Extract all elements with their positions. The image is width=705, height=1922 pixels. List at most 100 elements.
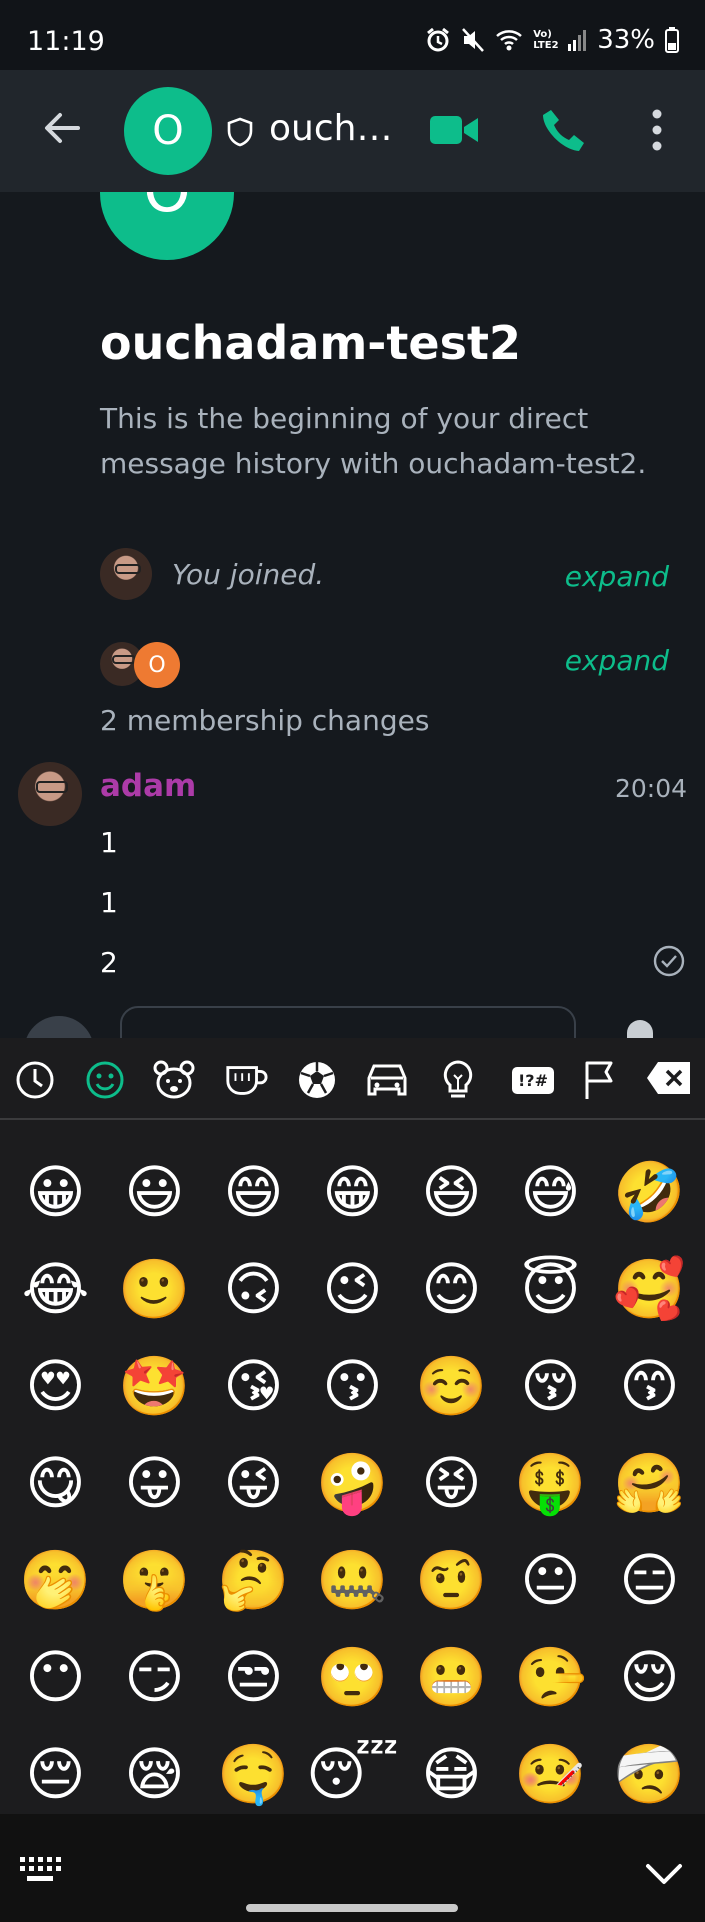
emoji-key[interactable]: 😗 [303, 1338, 402, 1435]
smileys-icon[interactable] [83, 1058, 127, 1102]
emoji-key[interactable]: 🤫 [105, 1532, 204, 1629]
emoji-key[interactable]: 😘 [204, 1338, 303, 1435]
emoji-key[interactable]: 😔 [6, 1726, 105, 1823]
expand-link[interactable]: expand [565, 644, 669, 677]
emoji-key[interactable]: 😒 [204, 1629, 303, 1726]
emoji-key[interactable]: 🤕 [600, 1726, 699, 1823]
emoji-key[interactable]: 😆 [402, 1144, 501, 1241]
emoji-key[interactable]: 😋 [6, 1435, 105, 1532]
emoji-key[interactable]: 😇 [501, 1241, 600, 1338]
emoji-row: 🤭 🤫 🤔 🤐 🤨 😐 😑 [0, 1532, 705, 1629]
emoji-key[interactable]: 😏 [105, 1629, 204, 1726]
emoji-key[interactable]: 😶 [6, 1629, 105, 1726]
alarm-icon [427, 27, 450, 52]
room-header: O ouch… [0, 70, 705, 192]
emoji-row: 😋 😛 😜 🤪 😝 🤑 🤗 [0, 1435, 705, 1532]
emoji-key[interactable]: 🤪 [303, 1435, 402, 1532]
emoji-category-bar: !?# [0, 1038, 705, 1120]
chevron-down-icon[interactable] [644, 1860, 684, 1888]
emoji-key[interactable]: 😅 [501, 1144, 600, 1241]
keyboard-bottom-bar [0, 1814, 705, 1922]
emoji-key[interactable]: 😑 [600, 1532, 699, 1629]
emoji-grid: 😀 😃 😄 😁 😆 😅 🤣 😂 🙂 🙃 😉 😊 😇 🥰 😍 🤩 😘 😗 ☺️ 😚 😙 😋 😛 😜 🤪 😝 🤑 🤗 🤭 🤫 🤔 🤐 🤨 😐 😑 😶 😏 😒 🙄… [0, 1144, 705, 1823]
emoji-key[interactable]: 😬 [402, 1629, 501, 1726]
emoji-key[interactable]: 🤨 [402, 1532, 501, 1629]
activity-icon[interactable] [295, 1058, 339, 1102]
emoji-keyboard: !?# 😀 😃 😄 😁 😆 😅 🤣 😂 🙂 🙃 😉 😊 😇 🥰 😍 🤩 😘 😗 ☺️ 😚 😙 😋 😛 😜 🤪 😝 🤑 🤗 🤭 🤫 🤔 🤐 🤨 😐 😑… [0, 1038, 705, 1922]
signal-icon [568, 30, 587, 51]
message-body[interactable]: 1 [100, 826, 118, 859]
battery-level: 33% [597, 25, 655, 55]
emoji-key[interactable]: 🤑 [501, 1435, 600, 1532]
membership-summary-text: 2 membership changes [100, 704, 430, 737]
room-intro-text: This is the beginning of your direct mes… [100, 402, 647, 480]
travel-icon[interactable] [365, 1058, 409, 1102]
emoji-key[interactable]: 😉 [303, 1241, 402, 1338]
symbols-icon[interactable]: !?# [508, 1058, 558, 1102]
emoji-key[interactable]: 🥰 [600, 1241, 699, 1338]
emoji-key[interactable]: ☺️ [402, 1338, 501, 1435]
emoji-key[interactable]: 😝 [402, 1435, 501, 1532]
emoji-key[interactable]: 😀 [6, 1144, 105, 1241]
emoji-key[interactable]: 😌 [600, 1629, 699, 1726]
emoji-key[interactable]: 😚 [501, 1338, 600, 1435]
emoji-key[interactable]: 🤐 [303, 1532, 402, 1629]
emoji-key[interactable]: 🙃 [204, 1241, 303, 1338]
emoji-key[interactable]: 😴 [303, 1726, 402, 1823]
video-call-icon[interactable] [428, 110, 480, 150]
emoji-key[interactable]: 😐 [501, 1532, 600, 1629]
emoji-key[interactable]: 😜 [204, 1435, 303, 1532]
emoji-key[interactable]: 😁 [303, 1144, 402, 1241]
emoji-key[interactable]: 🙄 [303, 1629, 402, 1726]
status-bar: 11:19 Vo) LTE2 33% [0, 0, 705, 70]
keyboard-icon[interactable] [18, 1854, 62, 1884]
emoji-row: 😔 😪 🤤 😴 😷 🤒 🤕 [0, 1726, 705, 1823]
battery-icon [665, 27, 679, 53]
emoji-key[interactable]: 🤒 [501, 1726, 600, 1823]
flags-icon[interactable] [578, 1058, 622, 1102]
emoji-key[interactable]: 😛 [105, 1435, 204, 1532]
message-body[interactable]: 1 [100, 886, 118, 919]
emoji-key[interactable]: 😂 [6, 1241, 105, 1338]
emoji-row: 😍 🤩 😘 😗 ☺️ 😚 😙 [0, 1338, 705, 1435]
recent-icon[interactable] [13, 1058, 57, 1102]
emoji-key[interactable]: 🤣 [600, 1144, 699, 1241]
message-body[interactable]: 2 [100, 946, 118, 979]
emoji-key[interactable]: 🤭 [6, 1532, 105, 1629]
food-icon[interactable] [224, 1058, 268, 1102]
phone-call-icon[interactable] [541, 106, 587, 154]
emoji-row: 😀 😃 😄 😁 😆 😅 🤣 [0, 1144, 705, 1241]
status-icons: Vo) LTE2 33% [425, 24, 679, 56]
emoji-key[interactable]: 🤔 [204, 1532, 303, 1629]
emoji-key[interactable]: 🤤 [204, 1726, 303, 1823]
shield-icon [227, 117, 253, 147]
room-avatar[interactable]: O [124, 87, 212, 175]
more-options-icon[interactable] [640, 106, 674, 154]
back-arrow-icon[interactable] [38, 104, 86, 152]
emoji-key[interactable]: 🤗 [600, 1435, 699, 1532]
animals-icon[interactable] [152, 1058, 196, 1102]
emoji-key[interactable]: 😃 [105, 1144, 204, 1241]
emoji-key[interactable]: 🤩 [105, 1338, 204, 1435]
avatar[interactable] [100, 548, 152, 600]
message-timestamp: 20:04 [614, 774, 687, 803]
sender-avatar[interactable] [18, 762, 82, 826]
emoji-key[interactable]: 🤥 [501, 1629, 600, 1726]
room-title[interactable]: ouch… [269, 108, 392, 149]
gesture-bar[interactable] [246, 1904, 458, 1912]
emoji-key[interactable]: 😪 [105, 1726, 204, 1823]
objects-icon[interactable] [436, 1058, 480, 1102]
mute-icon [462, 28, 485, 52]
read-receipt-icon [653, 945, 685, 977]
emoji-key[interactable]: 😷 [402, 1726, 501, 1823]
emoji-key[interactable]: 😄 [204, 1144, 303, 1241]
emoji-key[interactable]: 🙂 [105, 1241, 204, 1338]
sender-name[interactable]: adam [100, 768, 196, 804]
emoji-key[interactable]: 😊 [402, 1241, 501, 1338]
emoji-row: 😂 🙂 🙃 😉 😊 😇 🥰 [0, 1241, 705, 1338]
emoji-key[interactable]: 😍 [6, 1338, 105, 1435]
room-name-heading: ouchadam-test2 [100, 316, 521, 370]
expand-link[interactable]: expand [565, 560, 669, 593]
backspace-icon[interactable] [646, 1060, 692, 1096]
emoji-key[interactable]: 😙 [600, 1338, 699, 1435]
